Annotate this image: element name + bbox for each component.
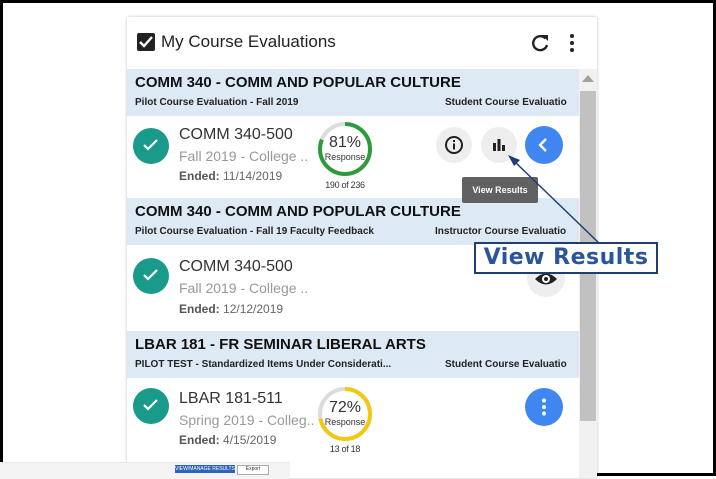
annotation-callout: View Results [474, 242, 658, 274]
annotation-text: View Results [483, 245, 649, 270]
export-button[interactable]: Export [237, 465, 269, 475]
annotation-arrow [508, 155, 601, 245]
manage-results-button[interactable]: VIEW/MANAGE RESULTS [175, 465, 235, 473]
